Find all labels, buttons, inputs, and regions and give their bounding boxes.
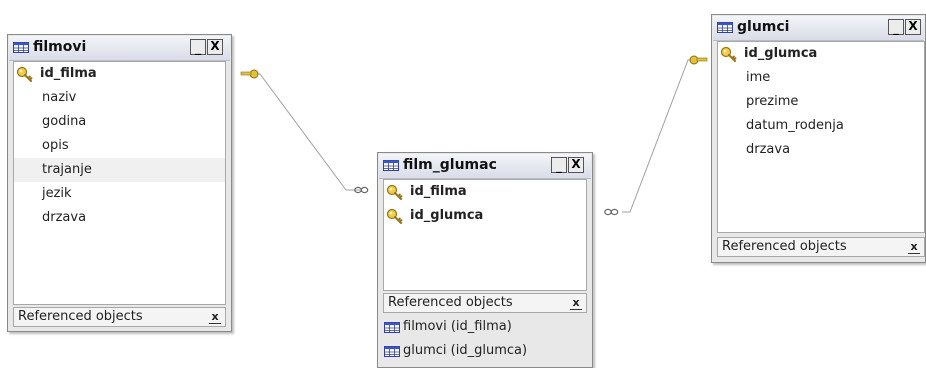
column-row[interactable]: godina (14, 110, 225, 134)
column-row[interactable]: id_filma (384, 180, 586, 204)
referenced-objects-label: Referenced objects (722, 239, 847, 254)
referenced-objects-bar[interactable]: Referenced objects x (383, 293, 587, 313)
column-name: ime (746, 70, 771, 85)
close-button[interactable]: X (207, 39, 223, 55)
referenced-objects-label: Referenced objects (18, 309, 143, 324)
table-film-glumac[interactable]: film_glumac _ X id_filma id_glumca Refer… (377, 152, 593, 368)
column-name: opis (42, 138, 69, 153)
column-name: drzava (42, 210, 87, 225)
many-connector-icon (604, 208, 619, 216)
referenced-object-label: filmovi (id_filma) (403, 319, 512, 334)
minimize-button[interactable]: _ (190, 39, 206, 55)
table-title: glumci (737, 19, 790, 35)
column-name: trajanje (42, 162, 92, 177)
table-icon (383, 160, 399, 171)
table-header[interactable]: filmovi _ X (9, 36, 230, 61)
column-name: datum_rodenja (746, 118, 844, 133)
table-title: film_glumac (403, 157, 497, 173)
relation-filmovi-film-glumac (243, 73, 360, 191)
column-row[interactable]: datum_rodenja (718, 114, 924, 138)
column-row[interactable]: opis (14, 134, 225, 158)
referenced-objects-bar[interactable]: Referenced objects x (717, 237, 925, 257)
column-list: id_filma naziv godina opis trajanje jezi… (13, 61, 226, 305)
column-name: id_glumca (744, 46, 818, 61)
referenced-object-item[interactable]: glumci (id_glumca) (384, 341, 527, 361)
table-header[interactable]: glumci _ X (713, 16, 924, 41)
column-row[interactable]: naziv (14, 86, 225, 110)
key-icon (386, 208, 403, 224)
referenced-object-item[interactable]: filmovi (id_filma) (384, 317, 512, 337)
key-icon (16, 66, 33, 82)
key-icon (720, 46, 737, 62)
column-list: id_filma id_glumca (383, 179, 587, 291)
close-button[interactable]: X (905, 19, 921, 35)
referenced-objects-close-button[interactable]: x (570, 297, 582, 310)
close-button[interactable]: X (568, 157, 584, 173)
column-row[interactable]: id_glumca (384, 204, 586, 228)
referenced-objects-close-button[interactable]: x (209, 311, 221, 324)
column-name: id_glumca (410, 208, 484, 223)
column-row[interactable]: id_glumca (718, 42, 924, 66)
table-icon (717, 22, 733, 33)
referenced-object-label: glumci (id_glumca) (403, 343, 528, 358)
referenced-objects-bar[interactable]: Referenced objects x (13, 307, 226, 327)
referenced-objects-close-button[interactable]: x (908, 241, 920, 254)
column-row[interactable]: trajanje (14, 158, 225, 182)
column-list: id_glumca ime prezime datum_rodenja drza… (717, 41, 925, 233)
column-name: id_filma (410, 184, 467, 199)
column-name: jezik (42, 186, 72, 201)
column-name: prezime (746, 94, 799, 109)
column-row[interactable]: drzava (718, 138, 924, 162)
column-row[interactable]: ime (718, 66, 924, 90)
column-name: id_filma (40, 66, 97, 81)
table-icon (384, 346, 400, 357)
column-row[interactable]: id_filma (14, 62, 225, 86)
key-connector-icon (689, 55, 708, 65)
column-name: drzava (746, 142, 791, 157)
column-row[interactable]: drzava (14, 206, 225, 230)
minimize-button[interactable]: _ (551, 157, 567, 173)
key-icon (386, 184, 403, 200)
key-connector-icon (240, 69, 259, 79)
column-name: godina (42, 114, 87, 129)
relation-glumci-film-glumac (622, 59, 706, 213)
table-icon (13, 42, 29, 53)
table-icon (384, 322, 400, 333)
table-filmovi[interactable]: filmovi _ X id_filma naziv godina opis t… (7, 34, 232, 332)
column-row[interactable]: prezime (718, 90, 924, 114)
column-row[interactable]: jezik (14, 182, 225, 206)
table-glumci[interactable]: glumci _ X id_glumca ime prezime datum_r… (711, 14, 926, 263)
table-title: filmovi (33, 39, 87, 55)
table-header[interactable]: film_glumac _ X (379, 154, 591, 179)
column-name: naziv (42, 90, 77, 105)
minimize-button[interactable]: _ (888, 19, 904, 35)
referenced-objects-label: Referenced objects (388, 295, 513, 310)
